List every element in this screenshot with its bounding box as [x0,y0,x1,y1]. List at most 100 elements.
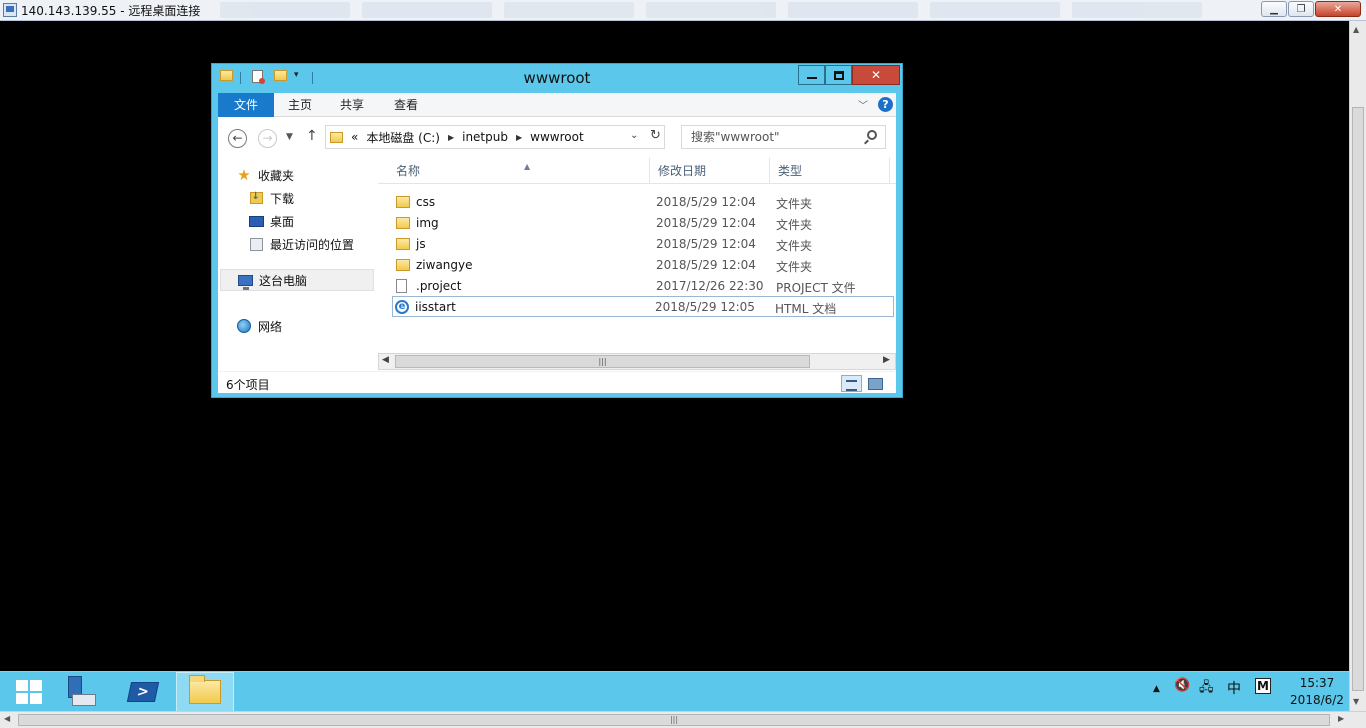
maximize-icon [833,70,844,80]
tab-file[interactable]: 文件 [218,93,274,117]
column-header-date[interactable]: 修改日期 [650,158,770,184]
scrollbar-thumb[interactable] [1352,107,1364,691]
minimize-icon: ▁ [1270,3,1278,15]
table-row-selected[interactable]: e iisstart 2018/5/29 12:05 HTML 文档 [392,296,894,317]
start-button[interactable] [0,672,58,712]
scroll-left-icon[interactable]: ◀ [382,355,389,365]
arrow-up-icon: ↑ [306,128,318,144]
explorer-titlebar[interactable]: ▾ wwwroot ✕ [212,64,902,92]
sidebar-item-network[interactable]: 网络 [236,316,282,336]
server-manager-button[interactable] [52,672,110,712]
minimize-button[interactable] [798,65,825,85]
restore-icon: ❐ [1296,3,1306,15]
network-icon [237,319,251,333]
details-view-icon[interactable] [841,375,862,392]
table-row[interactable]: ziwangye 2018/5/29 12:04 文件夹 [394,255,896,276]
server-manager-icon [66,676,96,708]
downloads-icon [249,191,263,204]
file-date: 2018/5/29 12:04 [656,237,756,251]
rdp-close-button[interactable]: ✕ [1315,1,1361,17]
rdp-vertical-scrollbar[interactable]: ▲ ▼ [1349,21,1366,711]
column-header-type[interactable]: 类型 [770,158,890,184]
scroll-up-icon[interactable]: ▲ [1353,25,1359,34]
folder-icon [396,196,410,208]
rdp-minimize-button[interactable]: ▁ [1261,1,1287,17]
sidebar-item-recent-places[interactable]: 最近访问的位置 [248,234,354,254]
clock-time: 15:37 [1299,676,1335,690]
sidebar-item-this-pc[interactable]: 这台电脑 [220,269,374,291]
column-header-name[interactable]: 名称 ▲ [388,158,650,184]
network-tray-icon[interactable]: 🖧 [1199,678,1214,700]
table-row[interactable]: css 2018/5/29 12:04 文件夹 [394,192,896,213]
file-date: 2017/12/26 22:30 [656,279,764,293]
forward-button[interactable]: → [258,129,277,148]
horizontal-scrollbar[interactable]: ◀ ||| ▶ [378,353,896,370]
sidebar-item-label: 下载 [270,191,295,206]
up-button[interactable]: ↑ [306,128,318,144]
file-explorer-button[interactable] [176,672,234,712]
breadcrumb-local-disk[interactable]: 本地磁盘 (C:) [366,129,440,146]
scrollbar-thumb[interactable]: ||| [395,355,810,368]
sidebar-item-label: 这台电脑 [259,273,308,288]
search-icon[interactable] [867,130,877,140]
navigation-bar: ← → ▼ ↑ « 本地磁盘 (C:) ▶ inetpub ▶ wwwroot … [218,117,896,155]
recent-places-icon [249,237,263,251]
scroll-down-icon[interactable]: ▼ [1353,697,1359,706]
table-row[interactable]: .project 2017/12/26 22:30 PROJECT 文件 [394,276,896,297]
sidebar-item-label: 网络 [258,319,283,334]
rdp-horizontal-scrollbar[interactable]: ◀ ||| ▶ [0,711,1366,728]
tab-share[interactable]: 共享 [332,93,372,117]
file-type: PROJECT 文件 [776,281,856,295]
show-hidden-icons-icon[interactable]: ▲ [1153,684,1160,694]
help-icon[interactable]: ? [878,97,893,112]
close-icon: ✕ [870,68,882,82]
sidebar-item-label: 最近访问的位置 [270,237,355,252]
rdp-icon [3,3,17,17]
recent-locations-icon[interactable]: ▼ [286,132,293,142]
speaker-muted-icon[interactable]: 🔇 [1174,678,1190,693]
close-button[interactable]: ✕ [852,65,900,85]
table-row[interactable]: img 2018/5/29 12:04 文件夹 [394,213,896,234]
file-type: 文件夹 [776,260,813,274]
explorer-body: ← → ▼ ↑ « 本地磁盘 (C:) ▶ inetpub ▶ wwwroot … [218,117,896,393]
breadcrumb-overflow[interactable]: « [351,130,358,144]
ribbon: 文件 主页 共享 查看 ﹀ ? [218,93,896,117]
scroll-right-icon[interactable]: ▶ [1338,714,1344,723]
tab-view[interactable]: 查看 [386,93,426,117]
sidebar-item-favorites[interactable]: ★ 收藏夹 [236,165,294,185]
tab-home[interactable]: 主页 [280,93,320,117]
chevron-right-icon[interactable]: ▶ [448,133,454,142]
scroll-right-icon[interactable]: ▶ [883,355,890,365]
file-name: .project [416,279,462,293]
chevron-down-icon[interactable]: ⌄ [630,130,638,141]
explorer-window: ▾ wwwroot ✕ 文件 主页 共享 查看 ﹀ ? ← → ▼ ↑ « 本地… [211,63,903,398]
chevron-right-icon[interactable]: ▶ [516,133,522,142]
ime-mode-icon[interactable]: M [1255,678,1271,694]
powershell-button[interactable]: > [114,672,172,712]
file-name: img [416,216,439,230]
file-date: 2018/5/29 12:04 [656,216,756,230]
sidebar-item-downloads[interactable]: 下载 [248,188,294,208]
large-icons-view-icon[interactable] [865,375,885,392]
expand-ribbon-icon[interactable]: ﹀ [858,97,868,112]
sidebar-item-label: 收藏夹 [258,168,295,183]
rdp-restore-button[interactable]: ❐ [1288,1,1314,17]
folder-icon [330,131,343,143]
scroll-left-icon[interactable]: ◀ [4,714,10,723]
sidebar-item-desktop[interactable]: 桌面 [248,211,294,231]
address-bar[interactable]: « 本地磁盘 (C:) ▶ inetpub ▶ wwwroot ⌄ ↻ [325,125,665,149]
rdp-window-title: 140.143.139.55 - 远程桌面连接 [21,3,201,18]
file-type: 文件夹 [776,218,813,232]
ime-indicator[interactable]: 中 [1227,678,1241,698]
maximize-button[interactable] [825,65,852,85]
file-name: css [416,195,436,209]
minimize-icon [806,77,817,79]
search-input[interactable]: 搜索"wwwroot" [681,125,886,149]
back-button[interactable]: ← [228,129,247,148]
breadcrumb-wwwroot[interactable]: wwwroot [530,130,584,144]
scrollbar-thumb[interactable]: ||| [18,714,1330,726]
refresh-icon[interactable]: ↻ [650,128,661,143]
table-row[interactable]: js 2018/5/29 12:04 文件夹 [394,234,896,255]
breadcrumb-inetpub[interactable]: inetpub [462,130,508,144]
clock[interactable]: 15:37 2018/6/2 [1290,675,1344,709]
